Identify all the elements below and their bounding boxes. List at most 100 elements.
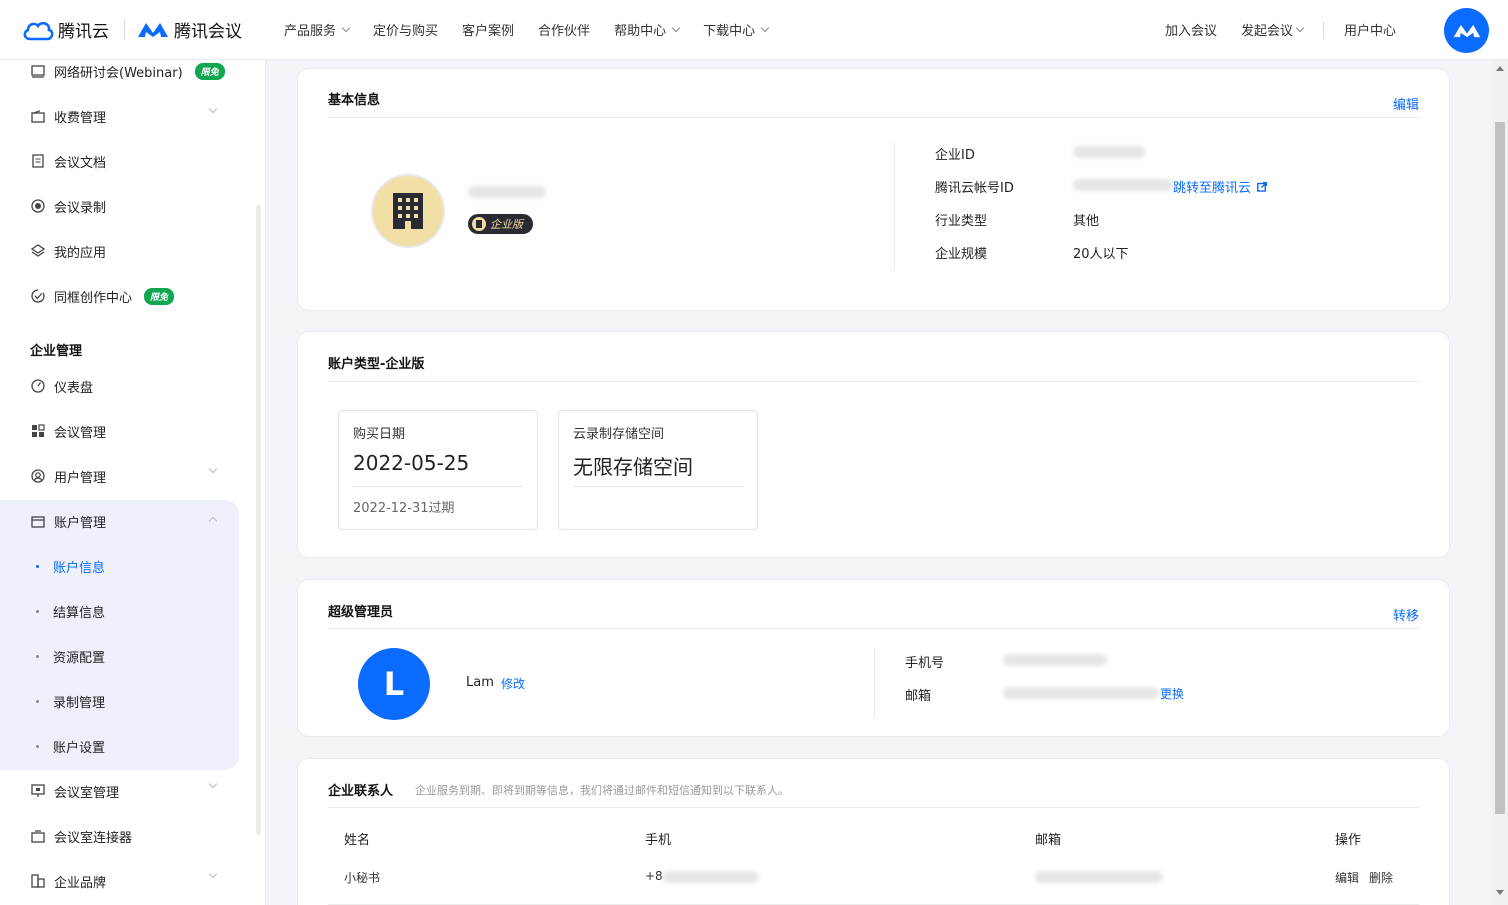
edit-contact-button[interactable]: 编辑: [1335, 869, 1359, 886]
sidebar-item-label: 企业品牌: [54, 875, 107, 891]
scrollbar-thumb[interactable]: [1495, 122, 1505, 814]
sidebar-item-brand[interactable]: 企业品牌: [0, 861, 240, 901]
jump-to-cloud-label: 跳转至腾讯云: [1173, 181, 1252, 196]
enterprise-badge: 企业版: [468, 214, 533, 234]
sidebar-item-label: 网络研讨会(Webinar): [54, 65, 183, 81]
enterprise-id-label: 企业ID: [935, 148, 975, 163]
tencent-meeting-logo[interactable]: 腾讯会议: [136, 17, 242, 42]
tencent-cloud-logo[interactable]: 腾讯云: [22, 17, 109, 42]
sidebar-item-billing[interactable]: 收费管理: [0, 96, 240, 136]
meeting-logo-icon: [138, 22, 168, 37]
jump-to-cloud-link[interactable]: 跳转至腾讯云: [1173, 177, 1268, 196]
account-type-card: 账户类型-企业版 购买日期 2022-05-25 2022-12-31过期 云录…: [297, 331, 1450, 558]
sidebar-scrollbar[interactable]: [256, 205, 261, 835]
sidebar-sub-resources[interactable]: 资源配置: [0, 636, 239, 676]
sidebar-item-label: 仪表盘: [54, 380, 94, 396]
modify-admin-button[interactable]: 修改: [501, 675, 525, 692]
nav-help-label: 帮助中心: [614, 24, 667, 39]
nav-help[interactable]: 帮助中心: [614, 20, 681, 39]
sidebar-item-account-mgmt[interactable]: 账户管理: [0, 501, 240, 541]
sidebar-item-room-mgmt[interactable]: 会议室管理: [0, 771, 240, 811]
bullet-icon: [36, 565, 39, 568]
main-content: 基本信息 编辑 企业版 企业ID 腾讯云帐号ID 跳转至腾讯云 行业类型 其他 …: [266, 60, 1492, 905]
connector-icon: [30, 828, 46, 844]
contact-phone-redacted: [663, 871, 759, 883]
sidebar-item-label: 会议录制: [54, 200, 107, 216]
transfer-admin-button[interactable]: 转移: [1393, 605, 1419, 624]
sidebar-sub-account-info[interactable]: 账户信息: [0, 546, 239, 586]
sidebar-item-docs[interactable]: 会议文档: [0, 141, 240, 181]
delete-contact-button[interactable]: 删除: [1369, 869, 1393, 886]
edit-basic-info-button[interactable]: 编辑: [1393, 94, 1419, 113]
expire-date-text: 2022-12-31过期: [353, 501, 455, 516]
chevron-down-icon: [208, 869, 218, 879]
external-link-icon: [1257, 181, 1268, 192]
sidebar-item-label: 收费管理: [54, 110, 107, 126]
sidebar-item-label: 我的应用: [54, 245, 107, 261]
vertical-divider: [894, 141, 895, 269]
brand-icon: [30, 873, 46, 889]
grid-icon: [30, 423, 46, 439]
divider: [328, 807, 1419, 808]
scroll-up-icon[interactable]: [1496, 66, 1504, 71]
storage-box: 云录制存储空间 无限存储空间: [558, 410, 758, 530]
sidebar-item-creative[interactable]: 同框创作中心 限免: [0, 276, 240, 316]
logo-divider: [124, 20, 125, 40]
sidebar-sub-recording-mgmt[interactable]: 录制管理: [0, 681, 239, 721]
phone-redacted: [1003, 654, 1107, 666]
sidebar-item-webinar[interactable]: 网络研讨会(Webinar) 限免: [0, 60, 240, 91]
scale-value: 20人以下: [1073, 247, 1129, 262]
page-scrollbar[interactable]: [1492, 60, 1508, 905]
nav-download-label: 下载中心: [703, 24, 756, 39]
scroll-down-icon[interactable]: [1496, 890, 1504, 895]
sidebar-item-meeting-mgmt[interactable]: 会议管理: [0, 411, 240, 451]
meeting-avatar-icon: [1453, 24, 1480, 37]
col-header-phone: 手机: [645, 833, 672, 848]
user-center-link[interactable]: 用户中心: [1344, 20, 1396, 39]
col-header-name: 姓名: [344, 833, 371, 848]
join-meeting-link[interactable]: 加入会议: [1165, 20, 1217, 39]
change-email-button[interactable]: 更换: [1160, 685, 1184, 702]
record-icon: [30, 198, 46, 214]
sidebar-item-dashboard[interactable]: 仪表盘: [0, 366, 240, 406]
wallet-icon: [30, 108, 46, 124]
nav-download[interactable]: 下载中心: [703, 20, 770, 39]
nav-products[interactable]: 产品服务: [284, 20, 351, 39]
nav-cases-label: 客户案例: [462, 24, 515, 39]
divider: [328, 628, 1419, 629]
sidebar-item-label: 账户管理: [54, 515, 107, 531]
sidebar-sub-label: 录制管理: [53, 695, 106, 711]
phone-label: 手机号: [905, 656, 945, 671]
industry-label: 行业类型: [935, 214, 988, 229]
user-avatar[interactable]: [1444, 8, 1489, 53]
contact-phone-prefix: +8: [645, 869, 663, 883]
nav-partners[interactable]: 合作伙伴: [538, 20, 590, 39]
sidebar-item-recording[interactable]: 会议录制: [0, 186, 240, 226]
sidebar-sub-account-settings[interactable]: 账户设置: [0, 726, 239, 766]
start-meeting-dropdown[interactable]: 发起会议: [1241, 20, 1305, 39]
nav-cases[interactable]: 客户案例: [462, 20, 514, 39]
sidebar-item-room-connector[interactable]: 会议室连接器: [0, 816, 240, 856]
chevron-down-icon: [208, 779, 218, 789]
top-nav-bar: 腾讯云 腾讯会议 产品服务 定价与购买 客户案例 合作伙伴 帮助中心 下载中心 …: [0, 0, 1508, 60]
sidebar-item-label: 同框创作中心: [54, 290, 133, 306]
chevron-down-icon: [671, 23, 681, 32]
basic-info-card: 基本信息 编辑 企业版 企业ID 腾讯云帐号ID 跳转至腾讯云 行业类型 其他 …: [297, 68, 1450, 311]
storage-label: 云录制存储空间: [573, 427, 665, 442]
col-header-actions: 操作: [1335, 833, 1362, 848]
divider: [328, 381, 1419, 382]
nav-divider: [1322, 20, 1324, 39]
chevron-up-icon: [208, 516, 218, 526]
chevron-down-icon: [760, 23, 770, 32]
super-admin-title: 超级管理员: [328, 605, 394, 620]
sidebar-item-user-mgmt[interactable]: 用户管理: [0, 456, 240, 496]
sidebar-item-apps[interactable]: 我的应用: [0, 231, 240, 271]
room-icon: [30, 783, 46, 799]
enterprise-id-redacted: [1073, 146, 1145, 158]
sidebar-sub-settlement[interactable]: 结算信息: [0, 591, 239, 631]
company-name-redacted: [468, 186, 546, 198]
enterprise-badge-label: 企业版: [490, 218, 523, 231]
sidebar-sub-label: 账户设置: [53, 740, 106, 756]
bullet-icon: [36, 745, 39, 748]
nav-pricing[interactable]: 定价与购买: [373, 20, 438, 39]
